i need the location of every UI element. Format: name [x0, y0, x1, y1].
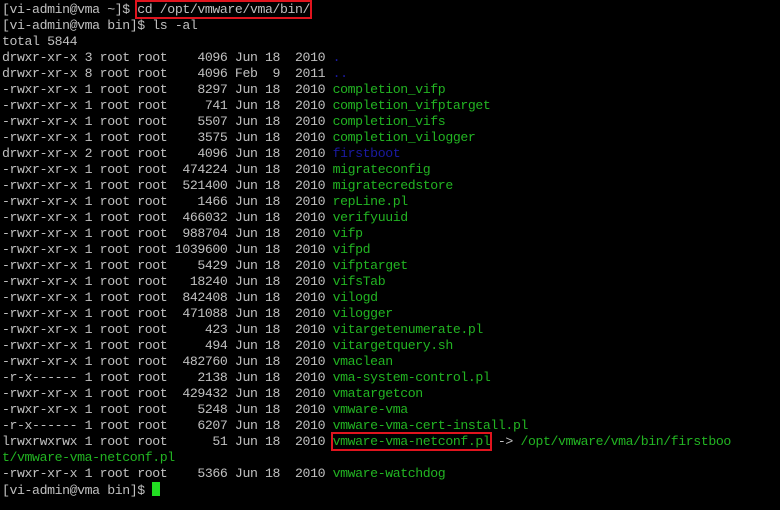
file-name: vilogger: [332, 306, 394, 321]
file-meta: -rwxr-xr-x 1 root root 5429 Jun 18 2010: [2, 258, 333, 273]
file-name: migratecredstore: [332, 178, 454, 193]
file-name: vmatargetcon: [332, 386, 424, 401]
file-row: -rwxr-xr-x 1 root root 494 Jun 18 2010 v…: [2, 338, 453, 354]
file-row: -rwxr-xr-x 1 root root 1039600 Jun 18 20…: [2, 242, 371, 258]
file-row: -rwxr-xr-x 1 root root 482760 Jun 18 201…: [2, 354, 393, 370]
file-meta: -rwxr-xr-x 1 root root 988704 Jun 18 201…: [2, 226, 333, 241]
file-meta: -rwxr-xr-x 1 root root 741 Jun 18 2010: [2, 98, 333, 113]
file-meta: drwxr-xr-x 8 root root 4096 Feb 9 2011: [2, 66, 333, 81]
symlink-name-highlighted: vmware-vma-netconf.pl: [330, 432, 493, 451]
file-row: -rwxr-xr-x 1 root root 521400 Jun 18 201…: [2, 178, 453, 194]
file-meta: -r-x------ 1 root root 6207 Jun 18 2010: [2, 418, 333, 433]
file-name: vmware-vma-cert-install.pl: [332, 418, 529, 433]
symlink-target-continued: t/vmware-vma-netconf.pl: [2, 450, 175, 465]
file-meta: -rwxr-xr-x 1 root root 521400 Jun 18 201…: [2, 178, 333, 193]
directory-row: drwxr-xr-x 3 root root 4096 Jun 18 2010 …: [2, 50, 341, 66]
file-row: -rwxr-xr-x 1 root root 429432 Jun 18 201…: [2, 386, 423, 402]
file-meta: -rwxr-xr-x 1 root root 842408 Jun 18 201…: [2, 290, 333, 305]
file-name: completion_vifptarget: [332, 98, 491, 113]
file-meta: drwxr-xr-x 2 root root 4096 Jun 18 2010: [2, 146, 333, 161]
directory-name: .: [332, 50, 341, 65]
file-meta: -rwxr-xr-x 1 root root 429432 Jun 18 201…: [2, 386, 333, 401]
shell-prompt: [vi-admin@vma bin]$: [2, 18, 153, 33]
file-name: vma-system-control.pl: [332, 370, 491, 385]
directory-name: firstboot: [332, 146, 401, 161]
command-line-ls: [vi-admin@vma bin]$ ls -al: [2, 18, 198, 34]
directory-row: drwxr-xr-x 2 root root 4096 Jun 18 2010 …: [2, 146, 401, 162]
file-name: vilogd: [332, 290, 378, 305]
file-row: -rwxr-xr-x 1 root root 423 Jun 18 2010 v…: [2, 322, 483, 338]
file-meta: -rwxr-xr-x 1 root root 1466 Jun 18 2010: [2, 194, 333, 209]
file-meta: -rwxr-xr-x 1 root root 5366 Jun 18 2010: [2, 466, 333, 481]
file-row: -rwxr-xr-x 1 root root 842408 Jun 18 201…: [2, 290, 378, 306]
file-name: verifyuuid: [332, 210, 409, 225]
file-row: -rwxr-xr-x 1 root root 5248 Jun 18 2010 …: [2, 402, 408, 418]
file-name: completion_vifp: [332, 82, 446, 97]
file-row: -rwxr-xr-x 1 root root 5429 Jun 18 2010 …: [2, 258, 408, 274]
file-meta: -rwxr-xr-x 1 root root 474224 Jun 18 201…: [2, 162, 333, 177]
directory-row: drwxr-xr-x 8 root root 4096 Feb 9 2011 .…: [2, 66, 348, 82]
cd-command-highlighted: cd /opt/vmware/vma/bin/: [135, 0, 313, 19]
file-name: vifsTab: [332, 274, 386, 289]
command-line-current[interactable]: [vi-admin@vma bin]$: [2, 482, 161, 498]
file-row: -r-x------ 1 root root 6207 Jun 18 2010 …: [2, 418, 528, 434]
file-row: -rwxr-xr-x 1 root root 1466 Jun 18 2010 …: [2, 194, 408, 210]
file-meta: lrwxrwxrwx 1 root root 51 Jun 18 2010: [2, 434, 333, 449]
file-meta: -rwxr-xr-x 1 root root 471088 Jun 18 201…: [2, 306, 333, 321]
file-row: -rwxr-xr-x 1 root root 741 Jun 18 2010 c…: [2, 98, 491, 114]
file-name: vmware-watchdog: [332, 466, 446, 481]
file-meta: -rwxr-xr-x 1 root root 466032 Jun 18 201…: [2, 210, 333, 225]
file-name: vifp: [332, 226, 363, 241]
file-meta: -rwxr-xr-x 1 root root 482760 Jun 18 201…: [2, 354, 333, 369]
file-row: -rwxr-xr-x 1 root root 5366 Jun 18 2010 …: [2, 466, 446, 482]
file-row: -rwxr-xr-x 1 root root 471088 Jun 18 201…: [2, 306, 393, 322]
shell-prompt: [vi-admin@vma bin]$: [2, 483, 153, 498]
file-name: completion_vilogger: [332, 130, 476, 145]
file-name: vitargetenumerate.pl: [332, 322, 484, 337]
file-name: repLine.pl: [332, 194, 409, 209]
file-meta: drwxr-xr-x 3 root root 4096 Jun 18 2010: [2, 50, 333, 65]
file-name: vifptarget: [332, 258, 409, 273]
file-meta: -rwxr-xr-x 1 root root 3575 Jun 18 2010: [2, 130, 333, 145]
total-line: total 5844: [2, 34, 78, 49]
file-row: -rwxr-xr-x 1 root root 18240 Jun 18 2010…: [2, 274, 386, 290]
file-meta: -rwxr-xr-x 1 root root 5248 Jun 18 2010: [2, 402, 333, 417]
file-meta: -rwxr-xr-x 1 root root 18240 Jun 18 2010: [2, 274, 333, 289]
file-meta: -r-x------ 1 root root 2138 Jun 18 2010: [2, 370, 333, 385]
file-meta: -rwxr-xr-x 1 root root 8297 Jun 18 2010: [2, 82, 333, 97]
symlink-arrow: ->: [490, 434, 521, 449]
file-meta: -rwxr-xr-x 1 root root 423 Jun 18 2010: [2, 322, 333, 337]
symlink-target-wrap: t/vmware-vma-netconf.pl: [2, 450, 175, 466]
directory-name: ..: [332, 66, 348, 81]
file-name: vifpd: [332, 242, 371, 257]
file-name: migrateconfig: [332, 162, 431, 177]
shell-prompt: [vi-admin@vma ~]$: [2, 2, 138, 17]
file-meta: -rwxr-xr-x 1 root root 494 Jun 18 2010: [2, 338, 333, 353]
terminal-window[interactable]: [vi-admin@vma ~]$ cd /opt/vmware/vma/bin…: [0, 0, 780, 510]
file-row: -r-x------ 1 root root 2138 Jun 18 2010 …: [2, 370, 491, 386]
file-row: -rwxr-xr-x 1 root root 8297 Jun 18 2010 …: [2, 82, 446, 98]
file-row: -rwxr-xr-x 1 root root 3575 Jun 18 2010 …: [2, 130, 476, 146]
file-meta: -rwxr-xr-x 1 root root 1039600 Jun 18 20…: [2, 242, 333, 257]
file-name: completion_vifs: [332, 114, 446, 129]
file-row: -rwxr-xr-x 1 root root 466032 Jun 18 201…: [2, 210, 408, 226]
symlink-row: lrwxrwxrwx 1 root root 51 Jun 18 2010 vm…: [2, 432, 731, 451]
file-meta: -rwxr-xr-x 1 root root 5507 Jun 18 2010: [2, 114, 333, 129]
file-row: -rwxr-xr-x 1 root root 474224 Jun 18 201…: [2, 162, 431, 178]
symlink-target: /opt/vmware/vma/bin/firstboo: [520, 434, 731, 449]
file-row: -rwxr-xr-x 1 root root 5507 Jun 18 2010 …: [2, 114, 446, 130]
ls-command: ls -al: [152, 18, 198, 33]
terminal-cursor[interactable]: [152, 482, 161, 496]
file-row: -rwxr-xr-x 1 root root 988704 Jun 18 201…: [2, 226, 363, 242]
command-line-cd: [vi-admin@vma ~]$ cd /opt/vmware/vma/bin…: [2, 0, 313, 19]
file-name: vmware-vma: [332, 402, 409, 417]
file-name: vmaclean: [332, 354, 394, 369]
file-name: vitargetquery.sh: [332, 338, 454, 353]
